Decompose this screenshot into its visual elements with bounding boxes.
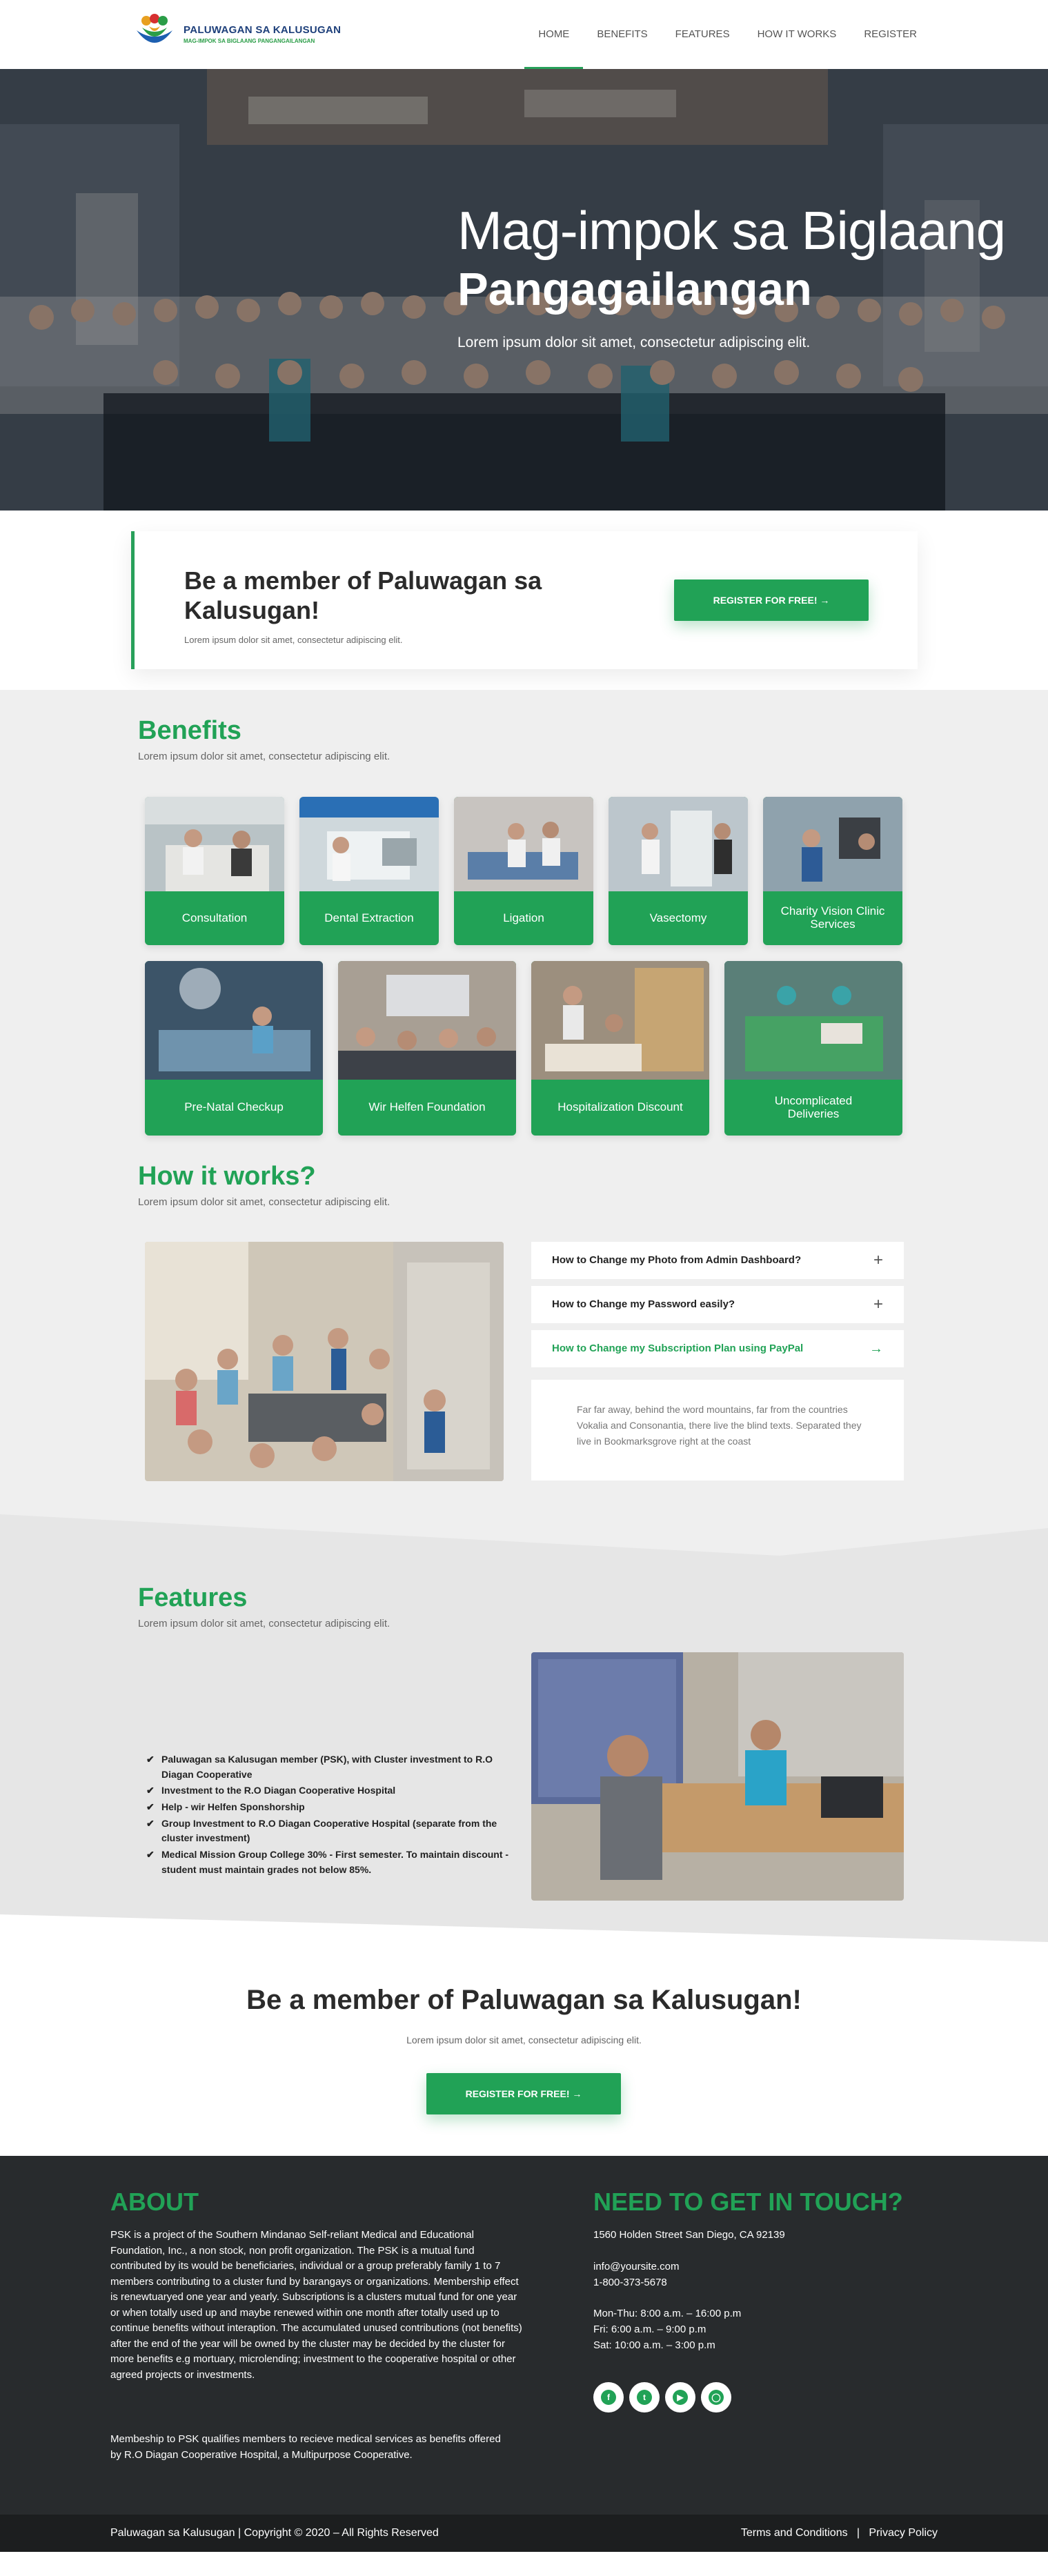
hours-sat: Sat: 10:00 a.m. – 3:00 p.m [593,2339,715,2351]
faq-question: How to Change my Password easily? [552,1298,735,1310]
register-button[interactable]: REGISTER FOR FREE! → [426,2073,621,2114]
faq-item-change-password[interactable]: How to Change my Password easily? + [531,1286,904,1323]
benefit-card-consultation[interactable]: Consultation [145,797,284,945]
footer: ABOUT PSK is a project of the Southern M… [0,2156,1048,2515]
benefit-label: Pre-Natal Checkup [184,1100,284,1114]
faq-item-change-photo[interactable]: How to Change my Photo from Admin Dashbo… [531,1242,904,1279]
privacy-link[interactable]: Privacy Policy [869,2527,938,2539]
terms-link[interactable]: Terms and Conditions [741,2527,848,2539]
contact-email[interactable]: info@yoursite.com [593,2259,679,2275]
how-title: How it works? [138,1162,316,1191]
copyright-bar: Paluwagan sa Kalusugan | Copyright © 202… [0,2515,1048,2552]
nav-register[interactable]: REGISTER [864,0,917,69]
benefit-label: Hospitalization Discount [557,1100,683,1114]
contact-address: 1560 Holden Street San Diego, CA 92139 [593,2229,785,2241]
benefit-label: Dental Extraction [324,911,414,924]
site-header: PALUWAGAN SA KALUSUGAN MAG-IMPOK SA BIGL… [0,0,1048,69]
twitter-icon[interactable]: t [629,2382,660,2412]
benefit-card-wir-helfen[interactable]: Wir Helfen Foundation [338,961,516,1136]
nav-how-it-works[interactable]: HOW IT WORKS [758,0,837,69]
prenatal-photo [145,961,323,1080]
cta-subtitle: Lorem ipsum dolor sit amet, consectetur … [184,635,403,645]
hero-subtitle: Lorem ipsum dolor sit amet, consectetur … [457,335,811,351]
logo[interactable]: PALUWAGAN SA KALUSUGAN MAG-IMPOK SA BIGL… [131,12,341,55]
feature-item: Investment to the R.O Diagan Cooperative… [145,1783,517,1799]
faq-answer: Far far away, behind the word mountains,… [577,1404,862,1447]
feature-item: Paluwagan sa Kalusugan member (PSK), wit… [145,1752,517,1782]
features-subtitle: Lorem ipsum dolor sit amet, consectetur … [138,1618,390,1629]
feature-item: Medical Mission Group College 30% - Firs… [145,1847,517,1877]
features-title: Features [138,1583,248,1612]
benefits-title: Benefits [138,716,241,745]
benefit-card-ligation[interactable]: Ligation [454,797,593,945]
benefit-card-uncomplicated-deliveries[interactable]: Uncomplicated Deliveries [724,961,902,1136]
nav-benefits[interactable]: BENEFITS [597,0,647,69]
benefit-label: Uncomplicated Deliveries [774,1093,853,1120]
hero-section: Mag-impok sa Biglaang Pangagailangan Lor… [0,69,1048,511]
faq-answer-panel: Far far away, behind the word mountains,… [531,1380,904,1480]
benefit-card-vasectomy[interactable]: Vasectomy [609,797,748,945]
cta-section-top: Be a member of Paluwagan sa Kalusugan! L… [0,511,1048,690]
benefit-card-hospitalization[interactable]: Hospitalization Discount [531,961,709,1136]
logo-icon [131,12,178,55]
faq-question: How to Change my Subscription Plan using… [552,1343,804,1354]
social-links: f t ▶ ◯ [593,2382,737,2412]
nav-features[interactable]: FEATURES [675,0,730,69]
consultation-photo [145,797,284,891]
wir-helfen-photo [338,961,516,1080]
benefits-subtitle: Lorem ipsum dolor sit amet, consectetur … [138,751,390,762]
arrow-right-icon: → [869,1341,883,1356]
facebook-icon[interactable]: f [593,2382,624,2412]
plus-icon: + [873,1295,883,1314]
cta-subtitle: Lorem ipsum dolor sit amet, consectetur … [406,2034,642,2045]
dental-photo [299,797,439,891]
hours-mon-thu: Mon-Thu: 8:00 a.m. – 16:00 p.m [593,2308,742,2319]
deliveries-photo [724,961,902,1080]
faq-item-subscription-plan[interactable]: How to Change my Subscription Plan using… [531,1330,904,1367]
register-button[interactable]: REGISTER FOR FREE! → [674,579,869,621]
features-photo [531,1652,904,1901]
faq-question: How to Change my Photo from Admin Dashbo… [552,1254,802,1266]
benefit-label: Wir Helfen Foundation [368,1100,486,1114]
copyright-text: Paluwagan sa Kalusugan | Copyright © 202… [110,2527,439,2539]
main-nav: HOME BENEFITS FEATURES HOW IT WORKS REGI… [511,0,917,69]
benefit-card-dental-extraction[interactable]: Dental Extraction [299,797,439,945]
feature-item: Help - wir Helfen Sponshorship [145,1800,517,1815]
cta-title: Be a member of Paluwagan sa Kalusugan! [246,1985,802,2015]
feature-item: Group Investment to R.O Diagan Cooperati… [145,1816,517,1846]
vasectomy-photo [609,797,748,891]
youtube-icon[interactable]: ▶ [665,2382,695,2412]
benefit-label: Ligation [503,911,544,924]
benefit-card-pre-natal[interactable]: Pre-Natal Checkup [145,961,323,1136]
logo-title: PALUWAGAN SA KALUSUGAN [184,23,342,36]
how-photo [145,1242,504,1481]
hero-title-line2: Pangagailangan [457,264,812,315]
instagram-icon[interactable]: ◯ [701,2382,731,2412]
logo-tagline: MAG-IMPOK SA BIGLAANG PANGANGAILANGAN [184,37,315,44]
how-subtitle: Lorem ipsum dolor sit amet, consectetur … [138,1196,390,1208]
ligation-photo [454,797,593,891]
cta-section-bottom: Be a member of Paluwagan sa Kalusugan! L… [0,1956,1048,2156]
benefit-card-charity-vision[interactable]: Charity Vision Clinic Services [763,797,902,945]
contact-title: NEED TO GET IN TOUCH? [593,2188,903,2216]
features-list: Paluwagan sa Kalusugan member (PSK), wit… [145,1752,517,1879]
nav-home[interactable]: HOME [524,0,584,69]
about-text-membership: Membeship to PSK qualifies members to re… [110,2433,501,2461]
how-it-works-section: How it works? Lorem ipsum dolor sit amet… [0,1162,1048,1514]
benefit-label: Vasectomy [649,911,707,924]
hero-title-line1: Mag-impok sa Biglaang [457,200,1006,261]
cta-title: Be a member of Paluwagan sa Kalusugan! [184,566,542,625]
plus-icon: + [873,1251,883,1269]
benefit-label: Consultation [181,911,248,924]
benefit-label: Charity Vision Clinic Services [780,904,885,931]
about-text: PSK is a project of the Southern Mindana… [110,2229,522,2381]
contact-phone[interactable]: 1-800-373-5678 [593,2275,667,2291]
hospitalization-photo [531,961,709,1080]
vision-photo [763,797,902,891]
cta-card: Be a member of Paluwagan sa Kalusugan! L… [131,531,918,669]
benefits-section: Benefits Lorem ipsum dolor sit amet, con… [0,690,1048,1166]
hours-fri: Fri: 6:00 a.m. – 9:00 p.m [593,2324,706,2335]
features-section: Features Lorem ipsum dolor sit amet, con… [0,1514,1048,1956]
about-title: ABOUT [110,2188,199,2216]
